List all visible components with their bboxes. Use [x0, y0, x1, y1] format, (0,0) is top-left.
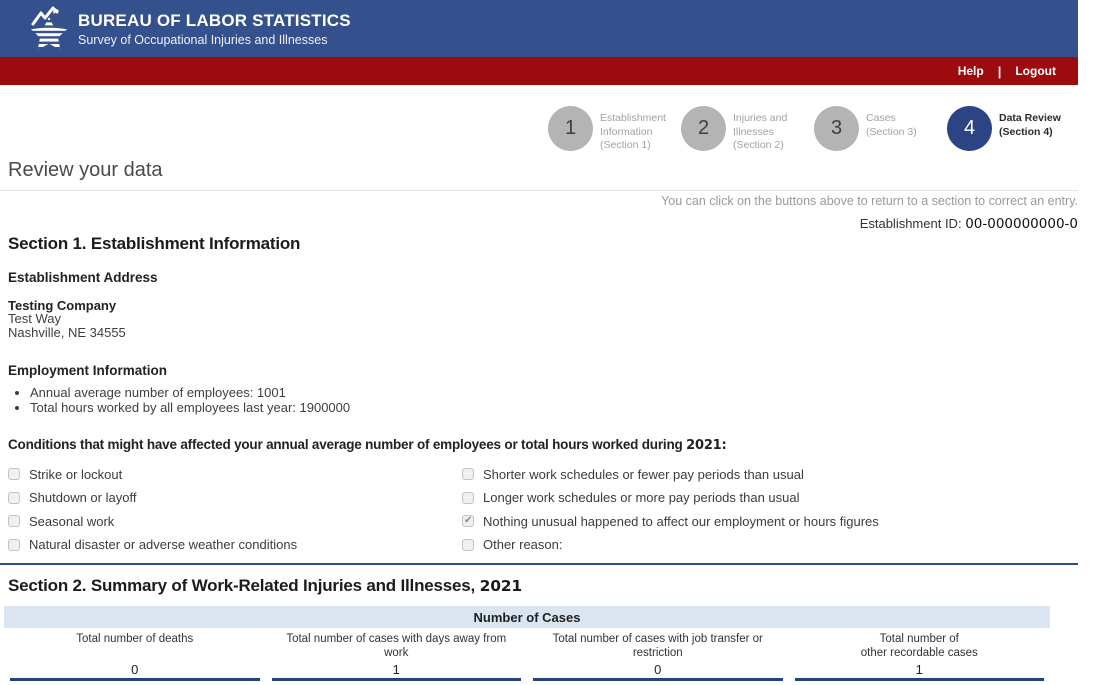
step-injuries-illnesses[interactable]: 2 Injuries and Illnesses (Section 2): [681, 106, 801, 153]
establishment-id-value: 00-000000000-0: [965, 215, 1078, 232]
column-value: 1: [392, 662, 400, 678]
column-header: Total number of deaths: [76, 633, 194, 646]
app-header: BUREAU OF LABOR STATISTICS Survey of Occ…: [0, 0, 1078, 57]
table-columns: Total number of deaths 0 (G) Total numbe…: [4, 628, 1050, 685]
section2-heading: Section 2. Summary of Work-Related Injur…: [8, 576, 1120, 596]
condition-label: Shutdown or layoff: [29, 490, 137, 506]
table-column-days-away: Total number of cases with days away fro…: [266, 633, 528, 685]
table-column-job-transfer: Total number of cases with job transfer …: [527, 633, 789, 685]
condition-shutdown-or-layoff: Shutdown or layoff: [8, 490, 462, 505]
condition-seasonal-work: Seasonal work: [8, 514, 462, 529]
conditions-year: 2021:: [686, 438, 727, 454]
strike-checkbox[interactable]: [8, 468, 20, 481]
condition-label: Longer work schedules or more pay period…: [483, 490, 800, 506]
address-line1: Test Way: [8, 311, 61, 327]
stepper-hint: You can click on the buttons above to re…: [661, 193, 1078, 208]
shorter-checkbox[interactable]: [462, 468, 474, 481]
step-2-label: Injuries and Illnesses (Section 2): [733, 112, 788, 152]
longer-checkbox[interactable]: [462, 491, 474, 504]
condition-natural-disaster: Natural disaster or adverse weather cond…: [8, 537, 462, 552]
table-column-other-recordable: Total number of other recordable cases 1…: [789, 633, 1051, 685]
step-1-label: Establishment Information (Section 1): [600, 112, 666, 152]
section2-heading-text: Section 2. Summary of Work-Related Injur…: [8, 576, 476, 596]
condition-label: Strike or lockout: [29, 466, 123, 482]
value-underline: [271, 678, 521, 682]
nav-separator: |: [997, 63, 1002, 79]
step-2-circle[interactable]: 2: [681, 106, 726, 151]
disaster-checkbox[interactable]: [8, 538, 20, 551]
establishment-address: Testing Company Test Way Nashville, NE 3…: [8, 299, 1120, 340]
table-column-deaths: Total number of deaths 0 (G): [4, 633, 266, 685]
condition-label: Other reason:: [483, 537, 563, 553]
section2-year: 2021: [479, 577, 523, 596]
column-value: 0: [654, 662, 662, 678]
step-3-label: Cases (Section 3): [866, 112, 917, 138]
step-3-circle[interactable]: 3: [814, 106, 859, 151]
other-reason-checkbox[interactable]: [462, 538, 474, 551]
condition-longer-schedules: Longer work schedules or more pay period…: [462, 490, 1120, 505]
establishment-id-label: Establishment ID:: [859, 215, 962, 231]
establishment-id: Establishment ID: 00-000000000-0: [0, 216, 1078, 232]
condition-shorter-schedules: Shorter work schedules or fewer pay peri…: [462, 467, 1120, 482]
condition-strike-or-lockout: Strike or lockout: [8, 467, 462, 482]
condition-other-reason: Other reason:: [462, 537, 1120, 552]
column-header: Total number of cases with job transfer …: [552, 633, 763, 660]
column-value: 1: [915, 662, 923, 678]
column-header: Total number of other recordable cases: [860, 633, 978, 660]
logout-link[interactable]: Logout: [1015, 64, 1056, 78]
seasonal-checkbox[interactable]: [8, 515, 20, 528]
summary-table: Number of Cases Total number of deaths 0…: [4, 606, 1050, 685]
condition-label: Natural disaster or adverse weather cond…: [29, 537, 298, 553]
page-title: Review your data: [0, 159, 1078, 191]
value-underline: [10, 678, 260, 682]
step-establishment-information[interactable]: 1 Establishment Information (Section 1): [548, 106, 668, 153]
condition-label: Nothing unusual happened to affect our e…: [483, 513, 879, 529]
app-subtitle: Survey of Occupational Injuries and Illn…: [78, 32, 328, 47]
utility-nav: Help | Logout: [0, 57, 1078, 85]
company-name: Testing Company: [8, 297, 117, 313]
header-titles: BUREAU OF LABOR STATISTICS Survey of Occ…: [78, 11, 351, 47]
condition-label: Seasonal work: [29, 513, 115, 529]
employment-heading: Employment Information: [8, 363, 168, 379]
column-header: Total number of cases with days away fro…: [286, 633, 507, 660]
employment-list: Annual average number of employees: 1001…: [30, 386, 1120, 415]
table-group-header: Number of Cases: [4, 606, 1050, 629]
bls-logo-icon: [26, 6, 72, 54]
condition-label: Shorter work schedules or fewer pay peri…: [483, 466, 804, 482]
value-underline: [794, 678, 1044, 682]
app-title: BUREAU OF LABOR STATISTICS: [78, 10, 351, 30]
step-1-circle[interactable]: 1: [548, 106, 593, 151]
address-heading: Establishment Address: [8, 269, 158, 285]
employment-item-total-hours: Total hours worked by all employees last…: [30, 400, 1120, 416]
condition-nothing-unusual: Nothing unusual happened to affect our e…: [462, 514, 1120, 529]
section-divider: [0, 563, 1078, 566]
conditions-heading-text: Conditions that might have affected your…: [8, 437, 683, 453]
column-value: 0: [131, 662, 139, 678]
step-cases[interactable]: 3 Cases (Section 3): [814, 106, 934, 153]
value-underline: [533, 678, 783, 682]
address-line2: Nashville, NE 34555: [8, 324, 126, 340]
conditions-grid: Strike or lockout Shutdown or layoff Sea…: [8, 462, 1120, 556]
section1-heading: Section 1. Establishment Information: [8, 233, 301, 253]
step-4-circle[interactable]: 4: [947, 106, 992, 151]
shutdown-checkbox[interactable]: [8, 491, 20, 504]
help-link[interactable]: Help: [958, 64, 984, 78]
nothing-unusual-checkbox[interactable]: [462, 515, 474, 528]
stepper: 1 Establishment Information (Section 1) …: [548, 106, 1120, 153]
step-4-label: Data Review (Section 4): [999, 112, 1061, 138]
employment-item-avg-employees: Annual average number of employees: 1001: [30, 386, 1120, 401]
conditions-heading: Conditions that might have affected your…: [8, 437, 1120, 453]
step-data-review[interactable]: 4 Data Review (Section 4): [947, 106, 1067, 153]
